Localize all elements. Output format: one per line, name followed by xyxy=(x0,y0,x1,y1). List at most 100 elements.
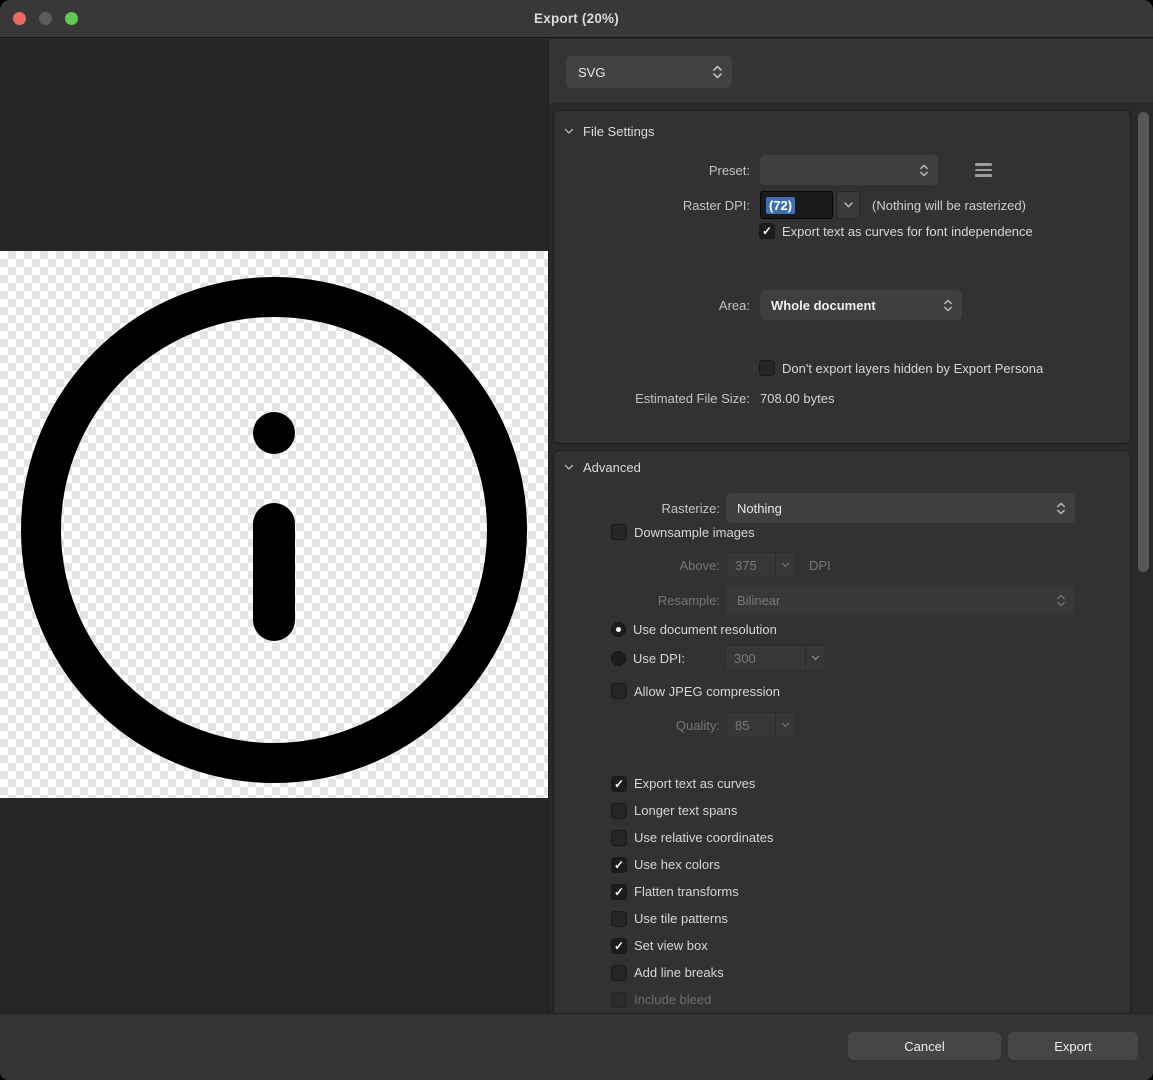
svg-option-row[interactable]: Use relative coordinates xyxy=(611,824,1116,851)
traffic-lights xyxy=(13,12,78,25)
use-dpi-row[interactable]: Use DPI: 300 xyxy=(554,644,1116,672)
resample-select-value: Bilinear xyxy=(737,593,780,608)
chevron-updown-icon xyxy=(943,298,953,313)
estimated-size-value: 708.00 bytes xyxy=(760,391,834,406)
svg-option-checkbox[interactable] xyxy=(611,884,627,900)
file-settings-header[interactable]: File Settings xyxy=(564,124,655,139)
file-settings-title: File Settings xyxy=(583,124,655,139)
quality-label: Quality: xyxy=(554,718,720,733)
raster-dpi-dropdown-button[interactable] xyxy=(836,191,860,219)
preset-row: Preset: xyxy=(554,155,1116,185)
use-dpi-combo[interactable]: 300 xyxy=(725,645,826,671)
svg-option-checkbox[interactable] xyxy=(611,965,627,981)
svg-option-row[interactable]: Export text as curves xyxy=(611,770,1116,797)
area-select[interactable]: Whole document xyxy=(760,290,962,320)
above-row: Above: 375 DPI xyxy=(554,551,1116,579)
downsample-label: Downsample images xyxy=(634,525,755,540)
cancel-button[interactable]: Cancel xyxy=(848,1032,1001,1060)
svg-option-row[interactable]: Add line breaks xyxy=(611,959,1116,986)
settings-scrollbar[interactable] xyxy=(1138,112,1149,572)
svg-option-row[interactable]: Longer text spans xyxy=(611,797,1116,824)
export-preview-pane[interactable] xyxy=(0,39,548,1013)
svg-option-label: Add line breaks xyxy=(634,965,724,980)
svg-option-checkbox[interactable] xyxy=(611,776,627,792)
above-dpi-value: 375 xyxy=(727,553,775,577)
zoom-window-icon[interactable] xyxy=(65,12,78,25)
resample-row: Resample: Bilinear xyxy=(554,585,1116,615)
svg-option-row[interactable]: Use tile patterns xyxy=(611,905,1116,932)
chevron-down-icon xyxy=(775,553,795,577)
raster-dpi-note: (Nothing will be rasterized) xyxy=(872,198,1026,213)
downsample-row[interactable]: Downsample images xyxy=(554,523,1116,541)
dialog-footer: Cancel Export xyxy=(0,1013,1153,1080)
chevron-down-icon xyxy=(805,646,825,670)
use-doc-resolution-row[interactable]: Use document resolution xyxy=(554,620,1116,638)
use-dpi-label: Use DPI: xyxy=(633,651,725,666)
svg-options-list: Export text as curves Longer text spans … xyxy=(611,770,1116,1013)
quality-row: Quality: 85 xyxy=(554,711,1116,739)
dont-export-hidden-checkbox[interactable] xyxy=(759,360,775,376)
svg-option-checkbox[interactable] xyxy=(611,803,627,819)
advanced-title: Advanced xyxy=(583,460,641,475)
document-preview-canvas xyxy=(0,251,548,798)
downsample-checkbox[interactable] xyxy=(611,524,627,540)
preset-select[interactable] xyxy=(760,155,938,185)
raster-dpi-input[interactable]: (72) xyxy=(760,191,833,219)
dont-export-hidden-row[interactable]: Don't export layers hidden by Export Per… xyxy=(554,359,1116,377)
svg-option-checkbox[interactable] xyxy=(611,911,627,927)
use-doc-resolution-label: Use document resolution xyxy=(633,622,777,637)
svg-option-checkbox[interactable] xyxy=(611,992,627,1008)
allow-jpeg-row[interactable]: Allow JPEG compression xyxy=(554,682,1116,700)
svg-option-row[interactable]: Flatten transforms xyxy=(611,878,1116,905)
chevron-down-icon xyxy=(843,201,854,209)
chevron-updown-icon xyxy=(1056,501,1066,516)
area-label: Area: xyxy=(554,298,750,313)
use-doc-resolution-radio[interactable] xyxy=(611,622,626,637)
above-label: Above: xyxy=(554,558,720,573)
rasterize-row: Rasterize: Nothing xyxy=(554,493,1116,523)
area-row: Area: Whole document xyxy=(554,290,1116,320)
chevron-updown-icon xyxy=(1056,593,1066,608)
raster-dpi-label: Raster DPI: xyxy=(554,198,750,213)
export-text-curves-font-label: Export text as curves for font independe… xyxy=(782,224,1033,239)
file-settings-panel: File Settings Preset: Raster DPI: (72) xyxy=(553,110,1131,444)
allow-jpeg-label: Allow JPEG compression xyxy=(634,684,780,699)
svg-option-checkbox[interactable] xyxy=(611,830,627,846)
svg-option-row[interactable]: Include bleed xyxy=(611,986,1116,1013)
export-text-curves-font-row[interactable]: Export text as curves for font independe… xyxy=(554,222,1116,240)
area-select-value: Whole document xyxy=(771,298,876,313)
chevron-down-icon xyxy=(775,713,795,737)
svg-option-checkbox[interactable] xyxy=(611,857,627,873)
rasterize-select[interactable]: Nothing xyxy=(726,493,1075,523)
svg-option-checkbox[interactable] xyxy=(611,938,627,954)
export-text-curves-font-checkbox[interactable] xyxy=(759,223,775,239)
format-select[interactable]: SVG xyxy=(566,56,732,88)
estimated-size-row: Estimated File Size: 708.00 bytes xyxy=(554,389,1116,407)
svg-option-label: Set view box xyxy=(634,938,708,953)
quality-combo[interactable]: 85 xyxy=(726,712,796,738)
advanced-header[interactable]: Advanced xyxy=(564,460,641,475)
svg-option-label: Export text as curves xyxy=(634,776,755,791)
dont-export-hidden-label: Don't export layers hidden by Export Per… xyxy=(782,361,1043,376)
chevron-updown-icon xyxy=(712,64,723,80)
svg-option-label: Include bleed xyxy=(634,992,711,1007)
window-title: Export (20%) xyxy=(0,0,1153,38)
use-dpi-value: 300 xyxy=(726,646,805,670)
svg-option-row[interactable]: Set view box xyxy=(611,932,1116,959)
minimize-window-icon[interactable] xyxy=(39,12,52,25)
close-window-icon[interactable] xyxy=(13,12,26,25)
svg-option-row[interactable]: Use hex colors xyxy=(611,851,1116,878)
preset-menu-icon[interactable] xyxy=(975,163,992,177)
quality-value: 85 xyxy=(727,713,775,737)
advanced-panel: Advanced Rasterize: Nothing Downsample i… xyxy=(553,450,1131,1013)
resample-select[interactable]: Bilinear xyxy=(726,585,1075,615)
chevron-down-icon xyxy=(564,128,574,135)
export-button[interactable]: Export xyxy=(1008,1032,1138,1060)
estimated-size-label: Estimated File Size: xyxy=(554,391,750,406)
title-bar[interactable]: Export (20%) xyxy=(0,0,1153,38)
rasterize-label: Rasterize: xyxy=(554,501,720,516)
allow-jpeg-checkbox[interactable] xyxy=(611,683,627,699)
above-dpi-combo[interactable]: 375 xyxy=(726,552,796,578)
format-select-value: SVG xyxy=(578,65,605,80)
use-dpi-radio[interactable] xyxy=(611,651,626,666)
